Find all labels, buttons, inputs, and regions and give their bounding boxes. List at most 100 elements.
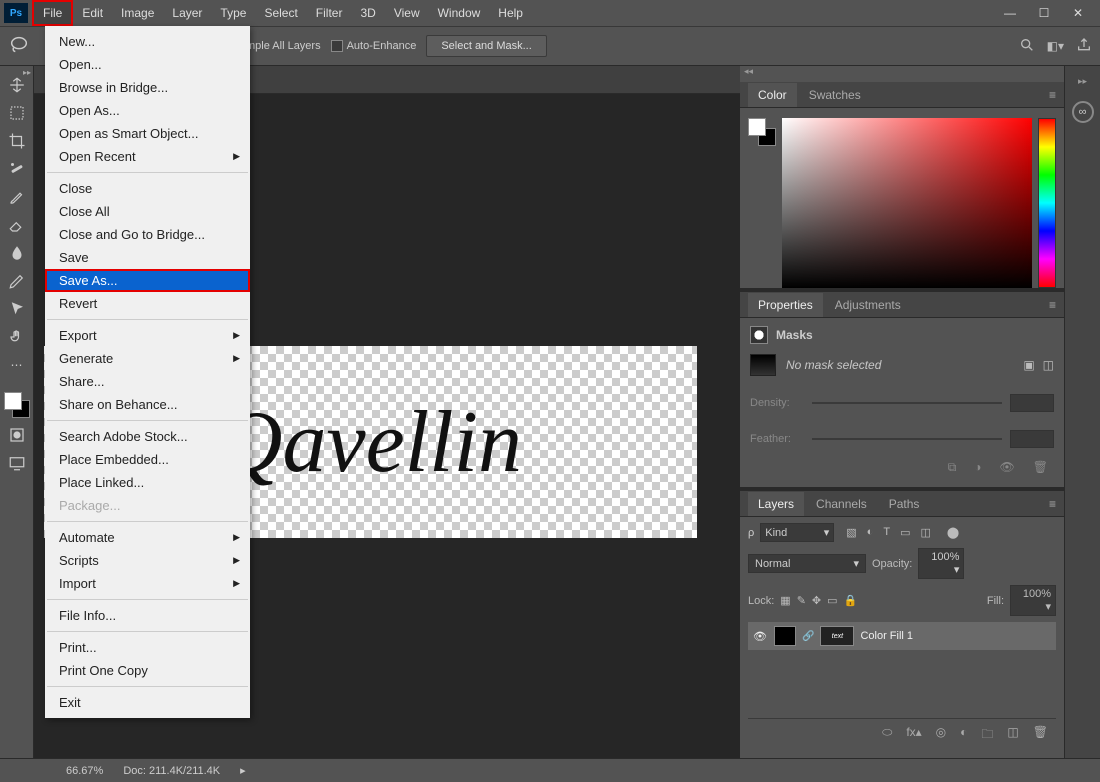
screen-mode-toggle[interactable] <box>5 452 29 474</box>
layer-item[interactable]: 👁 🔗 text Color Fill 1 <box>748 622 1056 650</box>
blend-mode-select[interactable]: Normal▾ <box>748 554 866 573</box>
layer-fx-icon[interactable]: fx▴ <box>906 725 921 746</box>
foreground-color[interactable] <box>4 392 22 410</box>
file-menu-scripts[interactable]: Scripts▶ <box>45 549 250 572</box>
add-mask-icon[interactable]: ◎ <box>936 725 946 746</box>
file-menu-revert[interactable]: Revert <box>45 292 250 315</box>
pen-tool[interactable] <box>5 270 29 292</box>
file-menu-share-on-behance[interactable]: Share on Behance... <box>45 393 250 416</box>
select-and-mask-button[interactable]: Select and Mask... <box>426 35 547 57</box>
hue-slider[interactable] <box>1038 118 1056 288</box>
zoom-level[interactable]: 66.67% <box>66 765 103 777</box>
lock-artboard-icon[interactable]: ▭ <box>827 594 837 607</box>
filter-type-icon[interactable]: T <box>883 526 890 539</box>
new-layer-icon[interactable]: ◫ <box>1007 725 1018 746</box>
file-menu-automate[interactable]: Automate▶ <box>45 526 250 549</box>
quick-mask-toggle[interactable] <box>5 424 29 446</box>
tab-swatches[interactable]: Swatches <box>799 83 871 107</box>
panel-collapse-icon[interactable]: ◂◂ <box>740 66 1064 82</box>
lock-position-icon[interactable]: ✥ <box>812 594 821 607</box>
close-button[interactable]: ✕ <box>1070 6 1086 20</box>
cc-libraries-icon[interactable]: ∞ <box>1072 101 1094 123</box>
lock-transparency-icon[interactable]: ▦ <box>780 594 790 607</box>
tab-properties[interactable]: Properties <box>748 293 823 317</box>
menu-filter[interactable]: Filter <box>307 0 352 26</box>
brush-tool[interactable] <box>5 186 29 208</box>
file-menu-import[interactable]: Import▶ <box>45 572 250 595</box>
tab-layers[interactable]: Layers <box>748 492 804 516</box>
menu-type[interactable]: Type <box>211 0 255 26</box>
share-icon[interactable] <box>1076 37 1092 56</box>
file-menu-save-as[interactable]: Save As... <box>45 269 250 292</box>
file-menu-open-as[interactable]: Open As... <box>45 99 250 122</box>
file-menu-file-info[interactable]: File Info... <box>45 604 250 627</box>
file-menu-close-all[interactable]: Close All <box>45 200 250 223</box>
link-layers-icon[interactable]: ⬭ <box>882 725 892 746</box>
pixel-mask-icon[interactable]: ▣ <box>1023 358 1034 372</box>
lock-pixels-icon[interactable]: ✎ <box>797 594 806 607</box>
file-menu-search-adobe-stock[interactable]: Search Adobe Stock... <box>45 425 250 448</box>
file-menu-export[interactable]: Export▶ <box>45 324 250 347</box>
file-menu-place-linked[interactable]: Place Linked... <box>45 471 250 494</box>
tab-paths[interactable]: Paths <box>879 492 930 516</box>
layer-name[interactable]: Color Fill 1 <box>860 630 913 642</box>
menu-view[interactable]: View <box>385 0 429 26</box>
menu-select[interactable]: Select <box>255 0 306 26</box>
file-menu-browse-in-bridge[interactable]: Browse in Bridge... <box>45 76 250 99</box>
move-tool[interactable] <box>5 74 29 96</box>
adjustment-layer-icon[interactable]: ◐ <box>960 725 967 746</box>
mask-visibility-icon[interactable]: 👁 <box>1000 460 1015 475</box>
vector-mask-icon[interactable]: ◫ <box>1043 358 1054 372</box>
tab-color[interactable]: Color <box>748 83 797 107</box>
filter-pixel-icon[interactable]: ▧ <box>846 526 856 539</box>
toolbar-collapse-icon[interactable]: ▸▸ <box>23 68 31 77</box>
tab-channels[interactable]: Channels <box>806 492 877 516</box>
lock-all-icon[interactable]: 🔒 <box>844 594 858 607</box>
file-menu-close[interactable]: Close <box>45 177 250 200</box>
minimize-button[interactable]: — <box>1002 6 1018 20</box>
more-tools[interactable]: ⋯ <box>5 354 29 376</box>
menu-help[interactable]: Help <box>489 0 532 26</box>
file-menu-open-as-smart-object[interactable]: Open as Smart Object... <box>45 122 250 145</box>
feather-value[interactable] <box>1010 430 1054 448</box>
file-menu-new[interactable]: New... <box>45 30 250 53</box>
workspace-switcher-icon[interactable]: ◧▾ <box>1047 39 1064 53</box>
menu-layer[interactable]: Layer <box>163 0 211 26</box>
panel-menu-icon[interactable]: ≡ <box>1041 298 1064 312</box>
menu-edit[interactable]: Edit <box>73 0 112 26</box>
opacity-value[interactable]: 100% ▾ <box>918 548 964 579</box>
sidebar-collapse-icon[interactable]: ▸▸ <box>1078 76 1087 87</box>
file-menu-exit[interactable]: Exit <box>45 691 250 714</box>
panel-menu-icon[interactable]: ≡ <box>1041 497 1064 511</box>
doc-size[interactable]: Doc: 211.4K/211.4K <box>123 765 220 777</box>
hand-tool[interactable] <box>5 326 29 348</box>
bucket-tool[interactable] <box>5 242 29 264</box>
auto-enhance-checkbox[interactable]: Auto-Enhance <box>331 40 417 52</box>
file-menu-generate[interactable]: Generate▶ <box>45 347 250 370</box>
filter-shape-icon[interactable]: ▭ <box>900 526 910 539</box>
file-menu-print-one-copy[interactable]: Print One Copy <box>45 659 250 682</box>
menu-file[interactable]: File <box>32 0 73 26</box>
file-menu-open-recent[interactable]: Open Recent▶ <box>45 145 250 168</box>
mask-invert-icon[interactable]: ◑ <box>974 460 981 475</box>
file-menu-save[interactable]: Save <box>45 246 250 269</box>
file-menu-share[interactable]: Share... <box>45 370 250 393</box>
filter-toggle[interactable]: ⬤ <box>947 526 959 539</box>
tab-adjustments[interactable]: Adjustments <box>825 293 911 317</box>
file-menu-open[interactable]: Open... <box>45 53 250 76</box>
panel-menu-icon[interactable]: ≡ <box>1041 88 1064 102</box>
delete-layer-icon[interactable]: 🗑 <box>1033 725 1048 746</box>
density-slider[interactable] <box>812 402 1002 404</box>
maximize-button[interactable]: ☐ <box>1036 6 1052 20</box>
layer-visibility-icon[interactable]: 👁 <box>752 630 768 643</box>
filter-adjust-icon[interactable]: ◐ <box>867 526 874 539</box>
file-menu-close-and-go-to-bridge[interactable]: Close and Go to Bridge... <box>45 223 250 246</box>
density-value[interactable] <box>1010 394 1054 412</box>
filter-smart-icon[interactable]: ◫ <box>920 526 930 539</box>
fill-value[interactable]: 100% ▾ <box>1010 585 1056 616</box>
active-tool-icon[interactable] <box>8 34 30 59</box>
color-field[interactable] <box>782 118 1032 288</box>
menu-3d[interactable]: 3D <box>351 0 384 26</box>
marquee-tool[interactable] <box>5 102 29 124</box>
menu-image[interactable]: Image <box>112 0 163 26</box>
